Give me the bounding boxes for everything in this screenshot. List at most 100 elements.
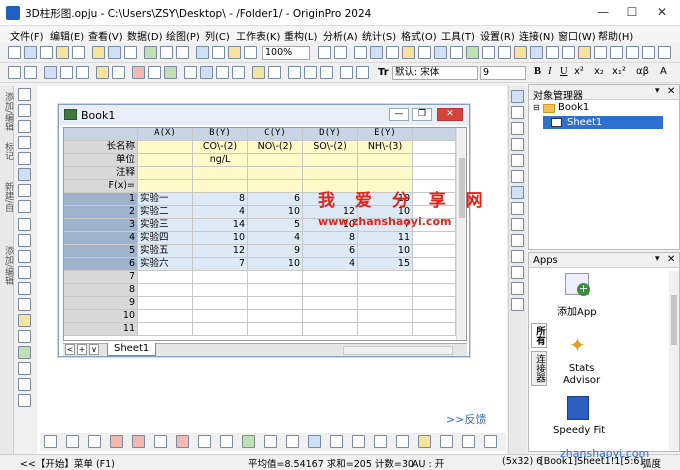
contour-plot-icon[interactable] <box>242 435 255 448</box>
row-header[interactable]: 3 <box>64 219 138 232</box>
table-cell[interactable]: 8 <box>193 193 248 206</box>
menu-analysis[interactable]: 分析(A) <box>323 28 358 43</box>
grid-corner[interactable] <box>64 128 138 141</box>
mask-tool-icon[interactable] <box>18 184 31 197</box>
apps-pin-icon[interactable]: ▾ <box>655 254 660 264</box>
table-cell[interactable]: 实验六 <box>138 258 193 271</box>
font-select[interactable]: 默认: 宋体 <box>392 66 478 80</box>
add-app-label[interactable]: 添加App <box>557 303 597 318</box>
table-cell[interactable] <box>138 297 193 310</box>
waterfall-icon[interactable] <box>418 435 431 448</box>
table-cell[interactable] <box>358 323 413 336</box>
merge-cells-icon[interactable] <box>252 66 265 79</box>
table-cell[interactable]: 7 <box>193 258 248 271</box>
sheet-tab-sheet1[interactable]: Sheet1 <box>107 343 157 356</box>
layer-icon[interactable] <box>546 46 559 59</box>
meta-cell[interactable] <box>358 167 413 180</box>
meta-cell[interactable] <box>138 180 193 193</box>
bold-button[interactable]: B <box>534 66 541 77</box>
table-cell[interactable]: 6 <box>303 245 358 258</box>
line-plot-icon[interactable] <box>44 435 57 448</box>
superscript-button[interactable]: x² <box>574 66 584 77</box>
table-cell[interactable] <box>138 323 193 336</box>
row-header[interactable]: 5 <box>64 245 138 258</box>
insert-graph-icon[interactable] <box>18 330 31 343</box>
add-column-icon[interactable] <box>44 66 57 79</box>
meta-cell[interactable] <box>193 167 248 180</box>
table-cell[interactable]: 15 <box>358 258 413 271</box>
region-tool-icon[interactable] <box>18 314 31 327</box>
menu-help[interactable]: 帮助(H) <box>598 28 633 43</box>
table-cell[interactable] <box>138 284 193 297</box>
front-icon[interactable] <box>511 186 524 199</box>
line-tool-icon[interactable] <box>18 266 31 279</box>
column-header[interactable]: C(Y) <box>248 128 303 141</box>
fill-color-icon[interactable] <box>304 66 317 79</box>
meta-cell[interactable]: SO\-(2) <box>303 141 358 154</box>
refresh-icon[interactable] <box>196 46 209 59</box>
align-bottom-tool-icon[interactable] <box>511 154 524 167</box>
pointer-icon[interactable] <box>18 88 31 101</box>
table-cell[interactable] <box>358 271 413 284</box>
table-cell[interactable] <box>138 310 193 323</box>
row-header[interactable]: 11 <box>64 323 138 336</box>
table-cell[interactable] <box>303 310 358 323</box>
font-color-icon[interactable] <box>320 66 333 79</box>
font-size-select[interactable]: 9 <box>480 66 526 80</box>
table-cell[interactable]: 10 <box>193 232 248 245</box>
meta-row-label[interactable]: 单位 <box>64 154 138 167</box>
column-header[interactable]: A(X) <box>138 128 193 141</box>
more-icon[interactable] <box>658 46 671 59</box>
redo-icon[interactable] <box>24 66 37 79</box>
meta-cell[interactable] <box>248 154 303 167</box>
menu-reshape[interactable]: 重构(L) <box>284 28 317 43</box>
ungroup-icon[interactable] <box>626 46 639 59</box>
greek-button[interactable]: αβ <box>636 66 649 77</box>
meta-row-label[interactable]: 注释 <box>64 167 138 180</box>
screen-reader-icon[interactable] <box>18 152 31 165</box>
heatmap-icon[interactable] <box>440 435 453 448</box>
worksheet-grid[interactable]: A(X) B(Y) C(Y) D(Y) E(Y) 长名称 CO\-(2) NO\-(2) SO\… <box>63 127 467 341</box>
line-symbol-plot-icon[interactable] <box>88 435 101 448</box>
stack-column-icon[interactable] <box>176 435 189 448</box>
pie-plot-icon[interactable] <box>154 435 167 448</box>
minimize-button[interactable]: — <box>589 3 617 21</box>
table-cell[interactable] <box>303 297 358 310</box>
table-cell[interactable]: 实验三 <box>138 219 193 232</box>
left-tab-4[interactable]: 添加/编辑 <box>2 246 15 285</box>
align-top-tool-icon[interactable] <box>511 138 524 151</box>
apps-tab-all[interactable]: 所有 <box>531 323 547 348</box>
results-log-icon[interactable] <box>370 46 383 59</box>
feedback-link[interactable]: >>反馈 <box>446 411 486 427</box>
workbook-restore-button[interactable]: ❐ <box>412 108 432 121</box>
color-scale-icon[interactable] <box>530 46 543 59</box>
set-as-x-icon[interactable] <box>60 66 73 79</box>
table-cell[interactable]: 实验二 <box>138 206 193 219</box>
row-header[interactable]: 2 <box>64 206 138 219</box>
multi-panel-icon[interactable] <box>396 435 409 448</box>
meta-cell[interactable] <box>248 167 303 180</box>
mask-icon[interactable] <box>216 66 229 79</box>
box-plot-icon[interactable] <box>220 435 233 448</box>
plot-details-icon[interactable] <box>450 46 463 59</box>
align-left-tool-icon[interactable] <box>511 106 524 119</box>
workbook-close-button[interactable]: ✕ <box>437 108 463 121</box>
menu-format[interactable]: 格式(O) <box>401 28 437 43</box>
scatter-plot-icon[interactable] <box>66 435 79 448</box>
bar-chart-icon[interactable] <box>132 66 145 79</box>
meta-row-label[interactable]: 长名称 <box>64 141 138 154</box>
group-tool-icon[interactable] <box>511 218 524 231</box>
table-cell[interactable] <box>303 323 358 336</box>
sort-icon[interactable] <box>96 66 109 79</box>
align-right-tool-icon[interactable] <box>511 122 524 135</box>
menu-data[interactable]: 数据(D) <box>127 28 163 43</box>
new-notes-icon[interactable] <box>72 46 85 59</box>
graph-export-icon[interactable] <box>418 46 431 59</box>
stats-advisor-icon[interactable]: ✦ <box>569 333 589 357</box>
statistical-plot-icon[interactable] <box>484 435 497 448</box>
panel-pin-icon[interactable]: ▾ <box>655 86 660 96</box>
area-plot-icon[interactable] <box>198 435 211 448</box>
table-cell[interactable] <box>248 297 303 310</box>
insert-image-icon[interactable] <box>18 362 31 375</box>
sheet-nav-prev[interactable]: < <box>65 344 75 355</box>
